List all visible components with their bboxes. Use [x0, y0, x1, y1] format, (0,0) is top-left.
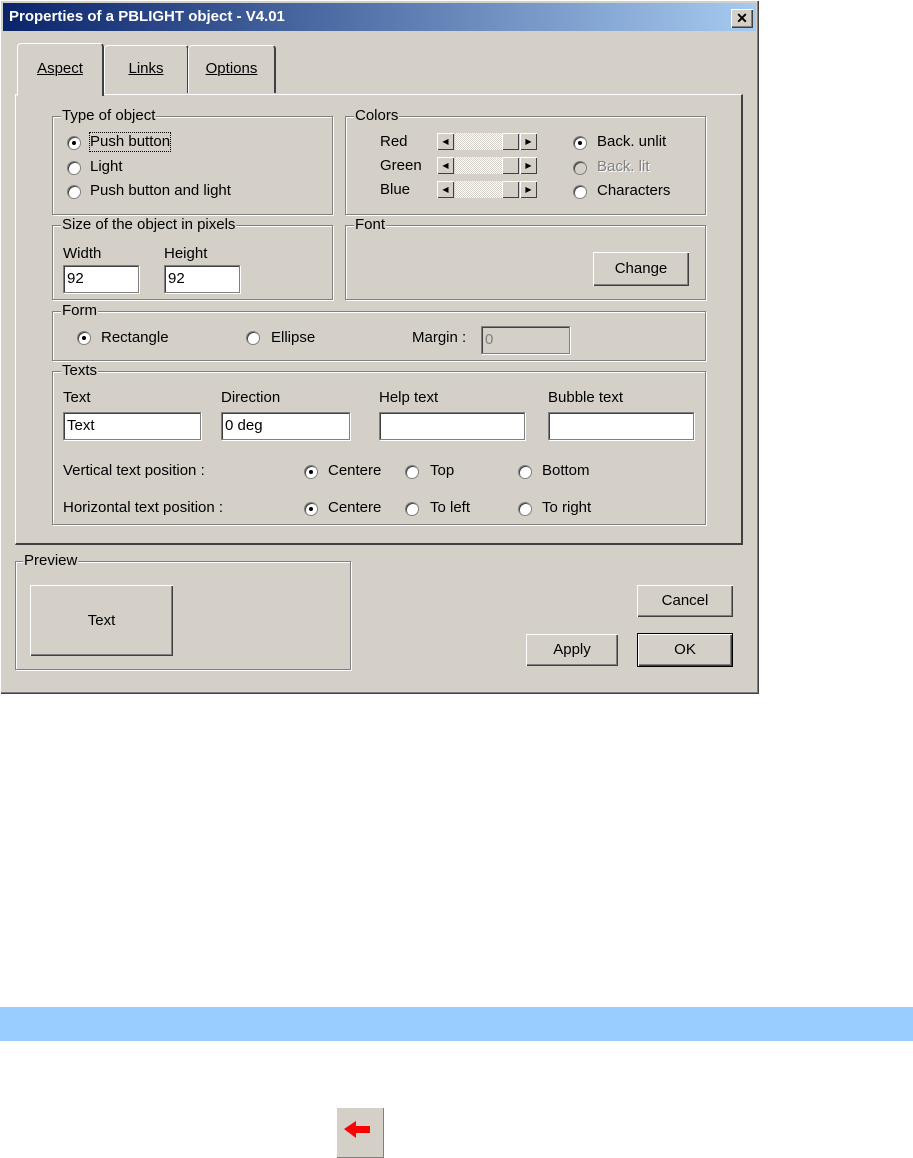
radio-push-button[interactable]	[67, 136, 81, 150]
radio-horizontal-to-right[interactable]	[518, 502, 532, 516]
texts-legend: Texts	[61, 362, 99, 380]
preview-legend: Preview	[23, 552, 79, 570]
label-back-unlit[interactable]: Back. unlit	[597, 133, 666, 151]
direction-input[interactable]: 0 deg	[221, 412, 350, 440]
width-input[interactable]: 92	[63, 265, 139, 293]
scroll-right-icon[interactable]: ▶	[520, 133, 537, 150]
label-width: Width	[63, 245, 102, 262]
texts-group: Texts Text Direction Help text Bubble te…	[52, 362, 706, 525]
scroll-thumb[interactable]	[502, 181, 519, 198]
radio-rectangle[interactable]	[77, 331, 91, 345]
properties-dialog: Properties of a PBLIGHT object - V4.01 ✕…	[0, 0, 759, 694]
preview-group: Preview Text	[15, 552, 351, 670]
colors-group: Colors Red Green Blue ◀ ▶ ◀ ▶ ◀ ▶ Back. …	[345, 107, 706, 215]
font-legend: Font	[354, 216, 387, 234]
scroll-left-icon[interactable]: ◀	[437, 181, 454, 198]
tab-options-label: Options	[205, 60, 258, 77]
blue-separator-band	[0, 1007, 913, 1041]
type-of-object-group: Type of object Push button Light Push bu…	[52, 107, 333, 215]
radio-horizontal-to-left[interactable]	[405, 502, 419, 516]
radio-vertical-top[interactable]	[405, 465, 419, 479]
radio-vertical-centere[interactable]	[304, 465, 318, 479]
label-horizontal-to-left[interactable]: To left	[430, 499, 470, 517]
margin-input: 0	[481, 326, 570, 354]
scroll-thumb[interactable]	[502, 157, 519, 174]
tab-aspect[interactable]: Aspect	[17, 43, 104, 96]
label-direction: Direction	[221, 389, 281, 406]
label-vertical-bottom[interactable]: Bottom	[542, 462, 590, 480]
label-characters[interactable]: Characters	[597, 182, 670, 200]
window-title: Properties of a PBLIGHT object - V4.01	[9, 8, 285, 25]
size-legend: Size of the object in pixels	[61, 216, 237, 234]
label-red: Red	[380, 133, 408, 150]
radio-vertical-bottom[interactable]	[518, 465, 532, 479]
bubble-text-input[interactable]	[548, 412, 694, 440]
back-button[interactable]	[336, 1107, 384, 1158]
label-ellipse[interactable]: Ellipse	[271, 329, 315, 347]
radio-push-button-and-light[interactable]	[67, 185, 81, 199]
size-group: Size of the object in pixels Width Heigh…	[52, 216, 333, 300]
form-group: Form Rectangle Ellipse Margin : 0	[52, 302, 706, 361]
label-help-text: Help text	[379, 389, 439, 406]
label-text: Text	[63, 389, 91, 406]
green-scrollbar[interactable]: ◀ ▶	[437, 156, 537, 175]
tab-links[interactable]: Links	[104, 45, 189, 93]
label-margin: Margin :	[412, 329, 467, 346]
font-group: Font Change	[345, 216, 706, 300]
tab-links-label: Links	[128, 60, 164, 77]
close-icon: ✕	[736, 10, 748, 26]
type-of-object-legend: Type of object	[61, 107, 157, 125]
change-font-button[interactable]: Change	[593, 252, 689, 286]
label-vertical-centere[interactable]: Centere	[328, 462, 381, 480]
scroll-thumb[interactable]	[502, 133, 519, 150]
label-rectangle[interactable]: Rectangle	[101, 329, 169, 347]
label-push-button-and-light[interactable]: Push button and light	[90, 182, 231, 200]
label-vertical-position: Vertical text position :	[63, 462, 205, 479]
radio-back-lit	[573, 161, 587, 175]
label-push-button[interactable]: Push button	[88, 132, 172, 152]
label-height: Height	[164, 245, 208, 262]
radio-characters[interactable]	[573, 185, 587, 199]
label-light[interactable]: Light	[90, 158, 123, 176]
label-vertical-top[interactable]: Top	[430, 462, 454, 480]
label-back-lit: Back. lit	[597, 158, 650, 175]
red-left-arrow-icon	[344, 1121, 370, 1138]
label-blue: Blue	[380, 181, 411, 198]
label-horizontal-position: Horizontal text position :	[63, 499, 224, 516]
cancel-button[interactable]: Cancel	[637, 585, 733, 617]
red-scrollbar[interactable]: ◀ ▶	[437, 132, 537, 151]
help-text-input[interactable]	[379, 412, 525, 440]
scroll-right-icon[interactable]: ▶	[520, 181, 537, 198]
title-bar[interactable]: Properties of a PBLIGHT object - V4.01 ✕	[3, 3, 756, 31]
radio-light[interactable]	[67, 161, 81, 175]
close-button[interactable]: ✕	[731, 9, 753, 28]
blue-scrollbar[interactable]: ◀ ▶	[437, 180, 537, 199]
scroll-left-icon[interactable]: ◀	[437, 157, 454, 174]
radio-back-unlit[interactable]	[573, 136, 587, 150]
ok-button[interactable]: OK	[637, 633, 733, 667]
preview-button: Text	[30, 585, 173, 656]
scroll-left-icon[interactable]: ◀	[437, 133, 454, 150]
radio-horizontal-centere[interactable]	[304, 502, 318, 516]
label-green: Green	[380, 157, 422, 174]
colors-legend: Colors	[354, 107, 400, 125]
label-horizontal-to-right[interactable]: To right	[542, 499, 591, 517]
radio-ellipse[interactable]	[246, 331, 260, 345]
apply-button[interactable]: Apply	[526, 634, 618, 666]
text-input[interactable]: Text	[63, 412, 201, 440]
label-bubble-text: Bubble text	[548, 389, 624, 406]
form-legend: Form	[61, 302, 98, 320]
label-horizontal-centere[interactable]: Centere	[328, 499, 381, 517]
tab-aspect-label: Aspect	[37, 60, 83, 77]
height-input[interactable]: 92	[164, 265, 240, 293]
tab-options[interactable]: Options	[188, 45, 276, 93]
scroll-right-icon[interactable]: ▶	[520, 157, 537, 174]
